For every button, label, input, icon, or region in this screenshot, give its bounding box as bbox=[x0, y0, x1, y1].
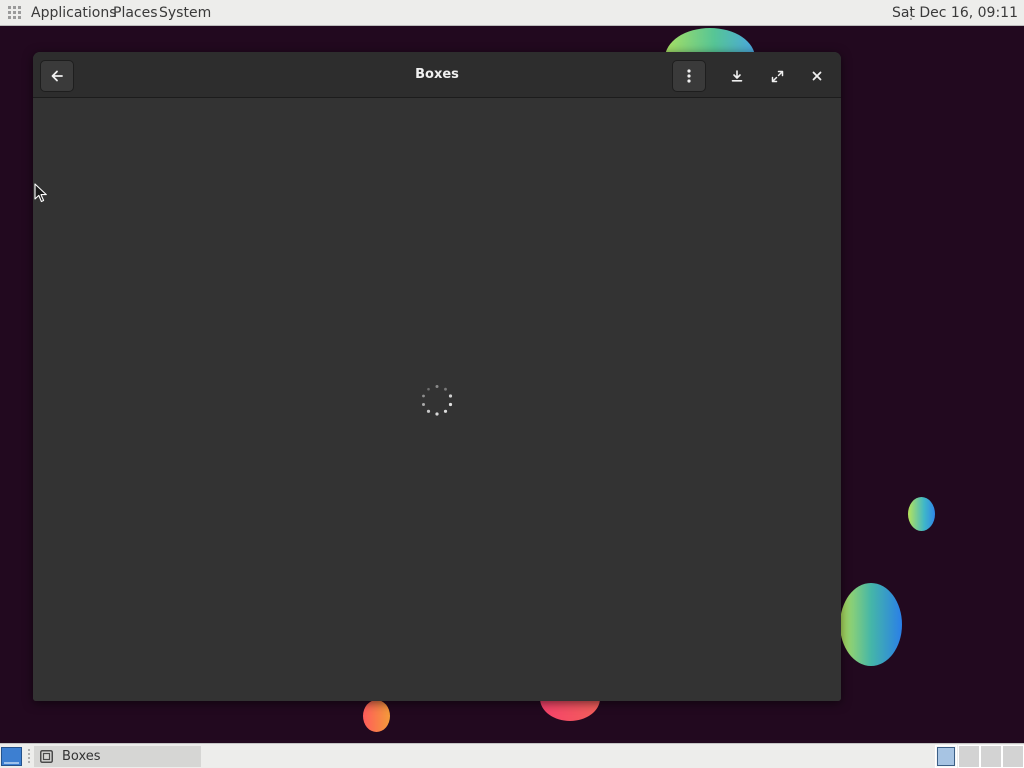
workspace-window-thumbnail bbox=[937, 747, 955, 766]
workspace-1[interactable] bbox=[935, 745, 957, 768]
menu-button[interactable] bbox=[672, 60, 706, 92]
header-bar[interactable]: Boxes bbox=[33, 52, 841, 98]
download-icon bbox=[731, 70, 743, 82]
clock[interactable]: Sat Dec 16, 09:11 bbox=[892, 4, 1018, 22]
tasklist-drag-handle[interactable] bbox=[27, 748, 31, 764]
system-menu[interactable]: System bbox=[159, 4, 211, 22]
loading-view bbox=[33, 98, 841, 701]
wallpaper-blob bbox=[840, 583, 902, 666]
workspace-4[interactable] bbox=[1002, 745, 1024, 768]
boxes-window: Boxes bbox=[33, 52, 841, 701]
workspace-3[interactable] bbox=[980, 745, 1002, 768]
applications-menu[interactable]: Applications bbox=[31, 4, 117, 22]
boxes-app-icon bbox=[39, 750, 53, 764]
close-icon bbox=[812, 71, 822, 81]
app-grid-icon[interactable] bbox=[8, 6, 21, 19]
fullscreen-button[interactable] bbox=[760, 60, 794, 92]
bottom-panel: Boxes bbox=[0, 743, 1024, 768]
places-menu[interactable]: Places bbox=[113, 4, 158, 22]
vertical-dots-icon bbox=[687, 69, 691, 83]
download-button[interactable] bbox=[720, 60, 754, 92]
taskbar-item-label: Boxes bbox=[62, 749, 101, 764]
wallpaper-blob bbox=[363, 700, 390, 732]
show-desktop-icon[interactable] bbox=[1, 747, 22, 766]
workspace-2[interactable] bbox=[958, 745, 980, 768]
top-panel: Applications Places System Sat Dec 16, 0… bbox=[0, 0, 1024, 26]
taskbar-item-boxes[interactable]: Boxes bbox=[34, 746, 201, 767]
mouse-pointer-icon bbox=[34, 183, 47, 203]
close-button[interactable] bbox=[800, 60, 834, 92]
fullscreen-icon bbox=[771, 70, 783, 82]
wallpaper-blob bbox=[908, 497, 935, 531]
loading-spinner-icon bbox=[422, 385, 453, 416]
